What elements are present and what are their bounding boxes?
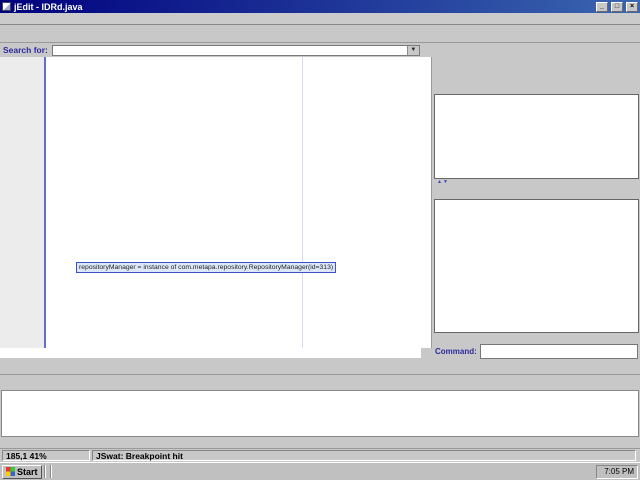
main-area: repositoryManager = instance of com.meta… [0, 57, 640, 358]
search-bar: Search for: ▼ [0, 43, 640, 57]
status-message: JSwat: Breakpoint hit [92, 450, 636, 461]
search-combo: ▼ [52, 45, 420, 56]
tabs-row [0, 358, 640, 374]
caret-position-status[interactable]: 185,1 41% [2, 450, 90, 461]
window-title: jEdit - IDRd.java [14, 2, 83, 12]
ant-farm-panel [0, 374, 640, 448]
debugger-top-tabs [433, 81, 435, 94]
command-label: Command: [435, 347, 477, 356]
split-expand-icon[interactable]: ▼ [443, 179, 448, 186]
debugger-value-tooltip: repositoryManager = instance of com.meta… [76, 262, 336, 273]
debugger-splitter[interactable]: ▲ ▼ [434, 179, 639, 186]
titlebar: jEdit - IDRd.java _ □ × [0, 0, 640, 13]
command-input[interactable] [480, 344, 638, 359]
search-input[interactable] [53, 46, 407, 55]
wrap-guide [302, 57, 303, 348]
status-bar: 185,1 41% JSwat: Breakpoint hit [0, 448, 640, 462]
windows-logo-icon [6, 467, 15, 476]
start-label: Start [17, 467, 38, 477]
command-row: Command: [433, 345, 640, 358]
code-view[interactable]: repositoryManager = instance of com.meta… [0, 57, 421, 348]
split-collapse-icon[interactable]: ▲ [437, 179, 442, 186]
ant-target-tree[interactable] [1, 390, 639, 437]
debugger-mid-tabs [433, 186, 435, 199]
windows-taskbar: Start 7:05 PM [0, 462, 640, 480]
code-editor[interactable]: repositoryManager = instance of com.meta… [0, 57, 432, 358]
close-icon[interactable]: × [626, 2, 638, 12]
search-label: Search for: [3, 45, 48, 55]
minimize-icon[interactable]: _ [596, 2, 608, 12]
menubar [0, 13, 640, 25]
scrollbar-corner [421, 348, 432, 358]
system-tray: 7:05 PM [596, 465, 638, 479]
taskbar-clock: 7:05 PM [602, 467, 634, 476]
locals-panel[interactable] [434, 94, 639, 179]
combo-dropdown-icon[interactable]: ▼ [407, 46, 419, 55]
taskbar-separator [44, 465, 46, 478]
start-button[interactable]: Start [2, 465, 42, 479]
debugger-panel: ▲ ▼ Command: [433, 57, 640, 358]
main-toolbar [0, 25, 640, 43]
taskbar-separator [50, 465, 52, 478]
maximize-icon[interactable]: □ [611, 2, 623, 12]
jedit-app-icon [2, 2, 11, 11]
messages-panel[interactable] [434, 199, 639, 333]
